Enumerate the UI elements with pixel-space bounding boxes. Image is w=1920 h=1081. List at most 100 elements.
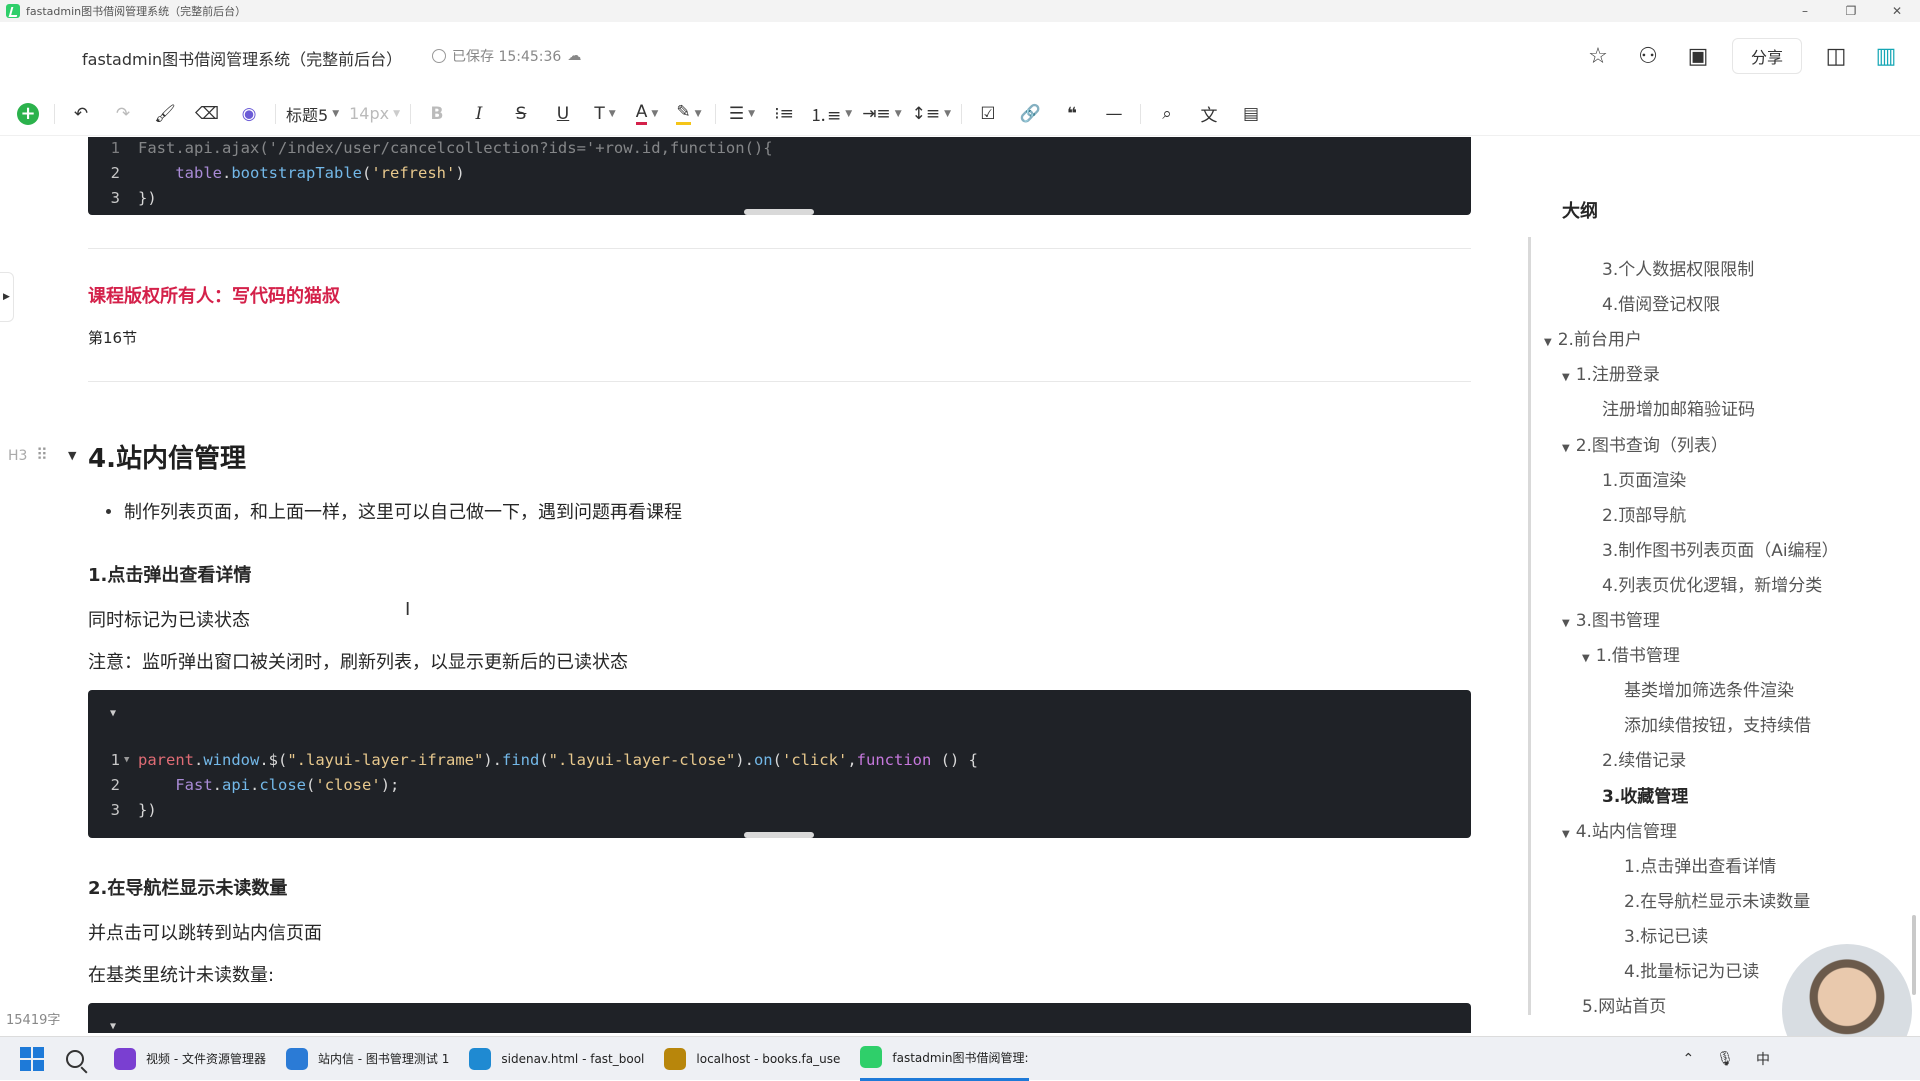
underline-icon[interactable]: U [547,98,579,130]
doc-title[interactable]: fastadmin图书借阅管理系统（完整前后台） [82,46,402,70]
clear-format-icon[interactable]: ⌫ [191,98,223,130]
collapse-caret-icon[interactable]: ▼ [1562,829,1570,840]
share-button[interactable]: 分享 [1731,38,1802,74]
undo-icon[interactable]: ↶ [65,98,97,130]
collapse-caret-icon[interactable]: ▼ [110,1021,116,1032]
present-icon[interactable]: ▣ [1682,40,1714,72]
font-color-icon[interactable]: A ▼ [631,98,663,130]
outline-guide-line [1528,237,1531,1015]
task-list-icon[interactable]: ☑ [972,98,1004,130]
outline-item[interactable]: ▼ 2.图书查询（列表） [1562,431,1728,456]
outline-item[interactable]: 2.顶部导航 [1602,501,1686,526]
outline-item[interactable]: 5.网站首页 [1582,992,1666,1017]
code-block[interactable]: ▼ [88,1003,1471,1033]
layout-icon[interactable]: ◫ [1820,40,1852,72]
document-info-icon[interactable]: ▤ [1235,98,1267,130]
link-icon[interactable]: 🔗 [1014,98,1046,130]
outline-item[interactable]: 3.收藏管理 [1602,782,1688,807]
outline-item[interactable]: 3.个人数据权限限制 [1602,255,1754,280]
collapse-caret-icon[interactable]: ▼ [1544,337,1552,348]
divider [88,381,1471,382]
italic-icon[interactable]: I [463,98,495,130]
taskbar-app[interactable]: sidenav.html - fast_bool [469,1037,644,1081]
divider [275,103,276,124]
taskbar-app[interactable]: 站内信 - 图书管理测试 1 [285,1037,449,1081]
outline-item[interactable]: 1.点击弹出查看详情 [1624,852,1776,877]
heading-style-select[interactable]: 标题5 ▼ [286,98,339,130]
drag-handle-icon[interactable]: ⠿ [36,445,48,464]
collapse-caret-icon[interactable]: ▼ [1562,443,1570,454]
taskbar-app-label: localhost - books.fa_use [696,1051,841,1066]
outline-item[interactable]: ▼ 1.借书管理 [1582,641,1680,666]
find-replace-icon[interactable]: ⌕ [1151,98,1183,130]
outline-item[interactable]: 4.批量标记为已读 [1624,957,1759,982]
sidebar-panel-icon[interactable]: ▥ [1870,40,1902,72]
outline-scrollbar[interactable] [1912,915,1916,995]
ime-indicator[interactable]: 中 [1756,1049,1770,1069]
translate-icon[interactable]: 文 [1193,98,1225,130]
outline-item[interactable]: ▼ 3.图书管理 [1562,606,1660,631]
outline-item[interactable]: 4.借阅登记权限 [1602,290,1720,315]
redo-icon[interactable]: ↷ [107,98,139,130]
outline-item[interactable]: 2.续借记录 [1602,746,1686,771]
search-icon[interactable] [66,1049,84,1068]
code-block[interactable]: 1 Fast.api.ajax('/index/user/cancelcollec… [88,137,1471,215]
indent-icon[interactable]: ⇥≡ ▼ [862,98,901,130]
collab-icon [432,49,446,63]
strikethrough-icon[interactable]: S [505,98,537,130]
horizontal-rule-icon[interactable]: — [1098,98,1130,130]
outline-item-label: 2.前台用户 [1557,330,1642,351]
code-scrollbar[interactable] [744,209,814,215]
outline-item[interactable]: ▼ 4.站内信管理 [1562,817,1677,842]
outline-item[interactable]: 基类增加筛选条件渲染 [1624,676,1794,701]
outline-item[interactable]: 2.在导航栏显示未读数量 [1624,887,1810,912]
text-style-icon[interactable]: T ▼ [589,98,621,130]
microphone-icon[interactable]: 🎙 [1716,1051,1734,1067]
close-button[interactable]: ✕ [1874,0,1920,22]
align-icon[interactable]: ☰ ▼ [726,98,758,130]
collapse-caret-icon[interactable]: ▼ [68,449,76,462]
outline-item[interactable]: 注册增加邮箱验证码 [1602,395,1755,420]
code-scrollbar[interactable] [744,832,814,838]
outline-item-label: 1.页面渲染 [1602,470,1687,491]
quote-icon[interactable]: ❝ [1056,98,1088,130]
windows-start-icon[interactable] [20,1046,44,1071]
taskbar-app[interactable]: fastadmin图书借阅管理: [860,1037,1029,1081]
font-size-select[interactable]: 14px ▼ [349,98,400,130]
bold-icon[interactable]: B [421,98,453,130]
collapse-caret-icon[interactable]: ▼ [1582,653,1590,664]
collapse-caret-icon[interactable]: ▼ [1562,372,1570,383]
outline-item-label: 3.图书管理 [1575,611,1660,631]
outline-item[interactable]: ▼ 1.注册登录 [1562,360,1660,385]
add-collaborator-icon[interactable]: ⚇ [1632,40,1664,72]
outline-item-label: 5.网站首页 [1582,997,1667,1018]
taskbar-app[interactable]: localhost - books.fa_use [664,1037,840,1081]
outline-item[interactable]: 1.页面渲染 [1602,466,1686,491]
highlight-icon[interactable]: ✎ ▼ [673,98,705,130]
outline-item[interactable]: 添加续借按钮，支持续借 [1624,711,1811,736]
collapse-caret-icon[interactable]: ▼ [1562,618,1570,629]
expand-sidebar-button[interactable]: ▶ [0,272,14,322]
chevron-up-icon[interactable]: ⌃ [1682,1051,1694,1067]
outline-item-label: 1.点击弹出查看详情 [1624,856,1777,877]
ai-assistant-icon[interactable]: ◉ [233,98,265,130]
app-icon [469,1047,492,1070]
outline-item[interactable]: 4.列表页优化逻辑，新增分类 [1602,571,1822,596]
outline-item[interactable]: ▼ 2.前台用户 [1544,325,1642,350]
star-icon[interactable]: ☆ [1582,40,1614,72]
taskbar-app[interactable]: 视频 - 文件资源管理器 [114,1037,266,1081]
outline-item[interactable]: 3.制作图书列表页面（Ai编程） [1602,536,1839,561]
collapse-caret-icon[interactable]: ▼ [110,708,116,719]
insert-button[interactable]: + [12,98,44,130]
maximize-button[interactable]: ❐ [1828,0,1874,22]
bullet-list-icon[interactable]: ⁝≡ [768,98,800,130]
minimize-button[interactable]: – [1782,0,1828,22]
numbered-list-icon[interactable]: ⒈≡ ▼ [810,98,852,130]
format-painter-icon[interactable]: 🖌 [149,98,181,130]
outline-item-label: 注册增加邮箱验证码 [1602,400,1755,421]
window-title: fastadmin图书借阅管理系统（完整前后台） [26,5,247,18]
line-spacing-icon[interactable]: ↕≡ ▼ [912,98,951,130]
editor-area[interactable]: 1 Fast.api.ajax('/index/user/cancelcollec… [0,137,1500,1033]
code-block[interactable]: ▼ 1 ▼ parent. window .$(".layui-layer-iframe… [88,690,1471,838]
outline-item[interactable]: 3.标记已读 [1624,922,1708,947]
